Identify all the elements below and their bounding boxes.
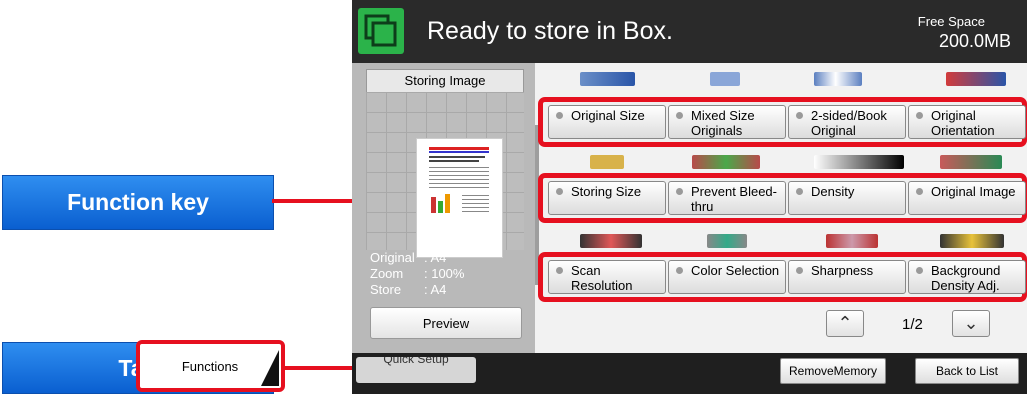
info-row-zoom: Zoom: 100% <box>370 266 465 281</box>
document-info: Original: A4 Zoom: 100% Store: A4 <box>370 250 464 298</box>
original-size-button[interactable]: Original Size <box>548 105 666 139</box>
back-to-list-button[interactable]: Back to List <box>915 358 1019 384</box>
page-down-button[interactable]: ⌄ <box>952 310 990 337</box>
preview-panel: Storing Image Original: A4 Zoom: 100% … <box>352 63 535 353</box>
background-density-icon <box>940 234 1004 248</box>
info-row-original: Original: A4 <box>370 250 447 265</box>
bleed-thru-icon <box>692 155 760 169</box>
function-key-row-1: Original Size Mixed Size Originals 2-sid… <box>538 97 1027 147</box>
page-title: Ready to store in Box. <box>427 17 673 45</box>
tab-quick-setup[interactable]: Quick Setup <box>356 357 476 383</box>
tab-corner-shape <box>261 350 279 386</box>
page-up-button[interactable]: ⌃ <box>826 310 864 337</box>
orientation-icon <box>946 72 1006 86</box>
chevron-up-icon: ⌃ <box>837 313 853 333</box>
row1-icons <box>542 72 1027 88</box>
page-thumbnail <box>416 138 503 258</box>
box-icon <box>358 8 404 54</box>
function-key-row-3: Scan Resolution Color Selection Sharpnes… <box>538 252 1027 302</box>
storing-size-button[interactable]: Storing Size <box>548 181 666 215</box>
function-key-row-2: Storing Size Prevent Bleed-thru Density … <box>538 173 1027 223</box>
chevron-down-icon: ⌄ <box>963 313 979 333</box>
density-button[interactable]: Density <box>788 181 906 215</box>
background-density-adj-button[interactable]: Background Density Adj. <box>908 260 1026 294</box>
preview-button[interactable]: Preview <box>370 307 522 339</box>
color-selection-icon <box>707 234 747 248</box>
2-sided-book-original-button[interactable]: 2-sided/Book Original <box>788 105 906 139</box>
mixed-size-icon <box>710 72 740 86</box>
tab-quick-setup-label: Quick Setup <box>383 357 449 366</box>
tab-functions-label: Functions <box>181 358 239 374</box>
storing-size-icon <box>590 155 624 169</box>
scan-resolution-button[interactable]: Scan Resolution <box>548 260 666 294</box>
row2-icons <box>542 155 1027 171</box>
prevent-bleed-thru-button[interactable]: Prevent Bleed-thru <box>668 181 786 215</box>
2-sided-icon <box>814 72 862 86</box>
free-space-label: Free Space <box>917 14 985 29</box>
header-bar: Ready to store in Box. Free Space 200.0M… <box>352 0 1027 63</box>
original-orientation-button[interactable]: Original Orientation <box>908 105 1026 139</box>
function-key-callout: Function key <box>2 175 274 230</box>
tab-functions-highlight: Functions <box>136 340 285 392</box>
remove-memory-button[interactable]: RemoveMemory <box>780 358 886 384</box>
color-selection-button[interactable]: Color Selection <box>668 260 786 294</box>
mixed-size-originals-button[interactable]: Mixed Size Originals <box>668 105 786 139</box>
scan-resolution-icon <box>580 234 642 248</box>
free-space-value: 200.0MB <box>938 31 1011 51</box>
function-key-callout-label: Function key <box>67 189 209 215</box>
info-row-store: Store: A4 <box>370 282 447 297</box>
sharpness-button[interactable]: Sharpness <box>788 260 906 294</box>
preview-title: Storing Image <box>366 69 524 93</box>
tab-functions[interactable]: Functions <box>146 350 274 382</box>
density-icon <box>814 155 904 169</box>
sharpness-icon <box>826 234 878 248</box>
device-screen: Ready to store in Box. Free Space 200.0M… <box>352 0 1027 394</box>
original-image-button[interactable]: Original Image <box>908 181 1026 215</box>
page-indicator: 1/2 <box>902 316 923 333</box>
preview-area <box>366 92 524 258</box>
original-image-icon <box>940 155 1002 169</box>
row3-icons <box>542 234 1027 250</box>
original-size-icon <box>580 72 635 86</box>
